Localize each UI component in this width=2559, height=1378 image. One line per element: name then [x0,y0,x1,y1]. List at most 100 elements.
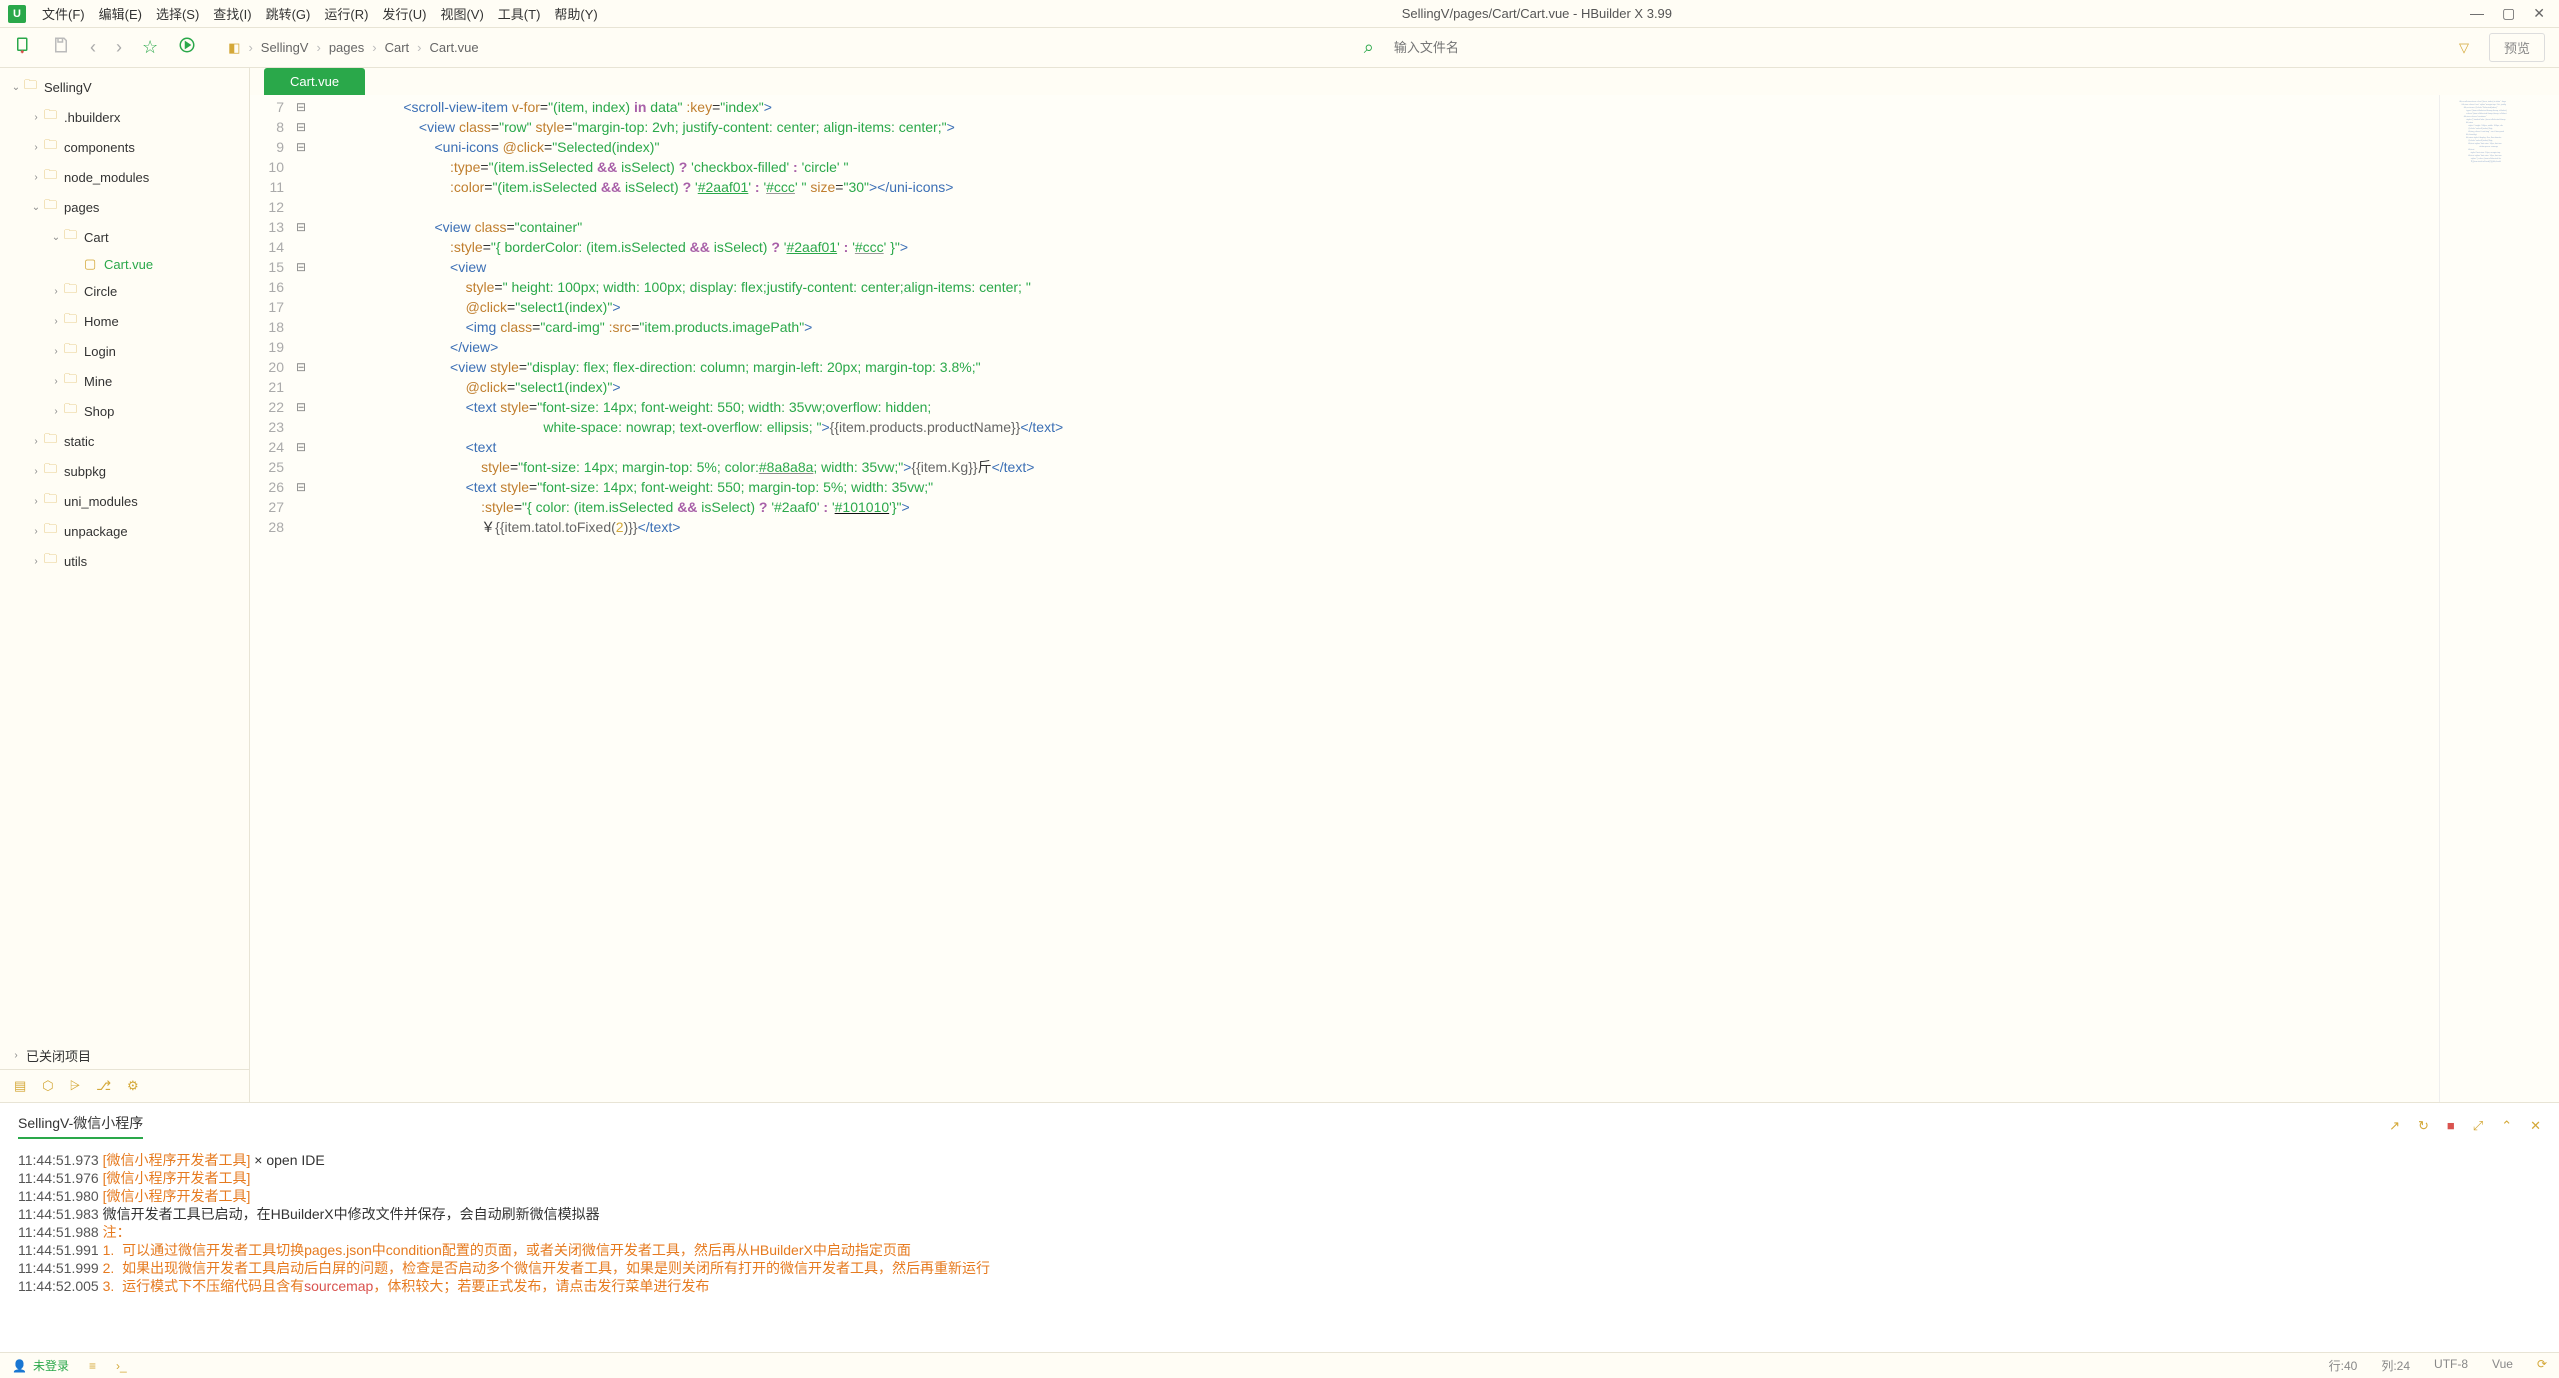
tree-item[interactable]: ›🗀static [0,426,249,456]
fold-toggle[interactable]: ⊟ [292,477,310,497]
sidebar-footer: ▤ ⬡ ⩥ ⎇ ⚙ [0,1069,249,1102]
refresh-icon[interactable]: ↻ [2418,1118,2429,1134]
menu-item[interactable]: 发行(U) [376,2,432,25]
console-tab[interactable]: SellingV-微信小程序 [18,1113,143,1139]
fold-toggle[interactable]: ⊟ [292,357,310,377]
menu-item[interactable]: 帮助(Y) [548,2,603,25]
minimize-icon[interactable]: — [2470,5,2484,22]
tree-item[interactable]: ›🗀.hbuilderx [0,102,249,132]
menu-item[interactable]: 运行(R) [318,2,374,25]
search-icon[interactable]: ⌕ [1364,37,1374,58]
menu-item[interactable]: 查找(I) [207,2,257,25]
folder-icon: 🗀 [64,400,82,422]
new-file-icon[interactable] [14,36,32,59]
filter-icon[interactable]: ▽ [2459,40,2469,56]
status-col[interactable]: 列:24 [2381,1357,2410,1374]
minimap[interactable]: &lt;scroll-view-item v-for="(item, index… [2439,95,2559,1102]
tree-item[interactable]: ›🗀uni_modules [0,486,249,516]
fold-toggle[interactable]: ⊟ [292,257,310,277]
folder-icon: 🗀 [64,226,82,248]
forward-icon[interactable]: › [116,37,122,58]
menu-item[interactable]: 视图(V) [434,2,489,25]
tab-cart-vue[interactable]: Cart.vue [264,68,365,95]
list-icon[interactable]: ≡ [89,1359,96,1373]
status-login[interactable]: 👤 未登录 [12,1357,69,1374]
breadcrumb-item[interactable]: Cart.vue [430,40,479,55]
star-icon[interactable]: ☆ [142,37,158,58]
tree-item[interactable]: ⌄🗀SellingV [0,72,249,102]
breadcrumb-item[interactable]: SellingV [261,40,309,55]
chevron-icon: › [28,526,44,537]
menu-item[interactable]: 文件(F) [36,2,91,25]
folder-icon: 🗀 [44,166,62,188]
fold-toggle[interactable]: ⊟ [292,97,310,117]
expand-icon[interactable]: ⤢ [2473,1118,2483,1134]
tree-label: Mine [84,374,112,389]
git-icon[interactable]: ⎇ [96,1078,111,1094]
tree-item[interactable]: ⌄🗀pages [0,192,249,222]
run-icon[interactable] [178,36,196,59]
tree-item[interactable]: ›🗀Login [0,336,249,366]
popout-icon[interactable]: ↗ [2389,1118,2400,1134]
tree-item[interactable]: ›🗀unpackage [0,516,249,546]
tree-item[interactable]: ›🗀components [0,132,249,162]
tree-item[interactable]: ▢Cart.vue [0,252,249,276]
chevron-icon: › [28,466,44,477]
close-console-icon[interactable]: ✕ [2530,1118,2541,1134]
menu-item[interactable]: 跳转(G) [260,2,317,25]
console-body[interactable]: 11:44:51.973 [微信小程序开发者工具] × open IDE11:4… [0,1145,2559,1352]
maximize-icon[interactable]: ▢ [2502,5,2515,22]
folder-icon: 🗀 [44,550,62,572]
sync-icon[interactable]: ⟳ [2537,1357,2547,1374]
tree-label: SellingV [44,80,92,95]
tree-label: uni_modules [64,494,138,509]
fold-toggle[interactable]: ⊟ [292,137,310,157]
menu-item[interactable]: 编辑(E) [93,2,148,25]
tree-item[interactable]: ›🗀utils [0,546,249,576]
outline-icon[interactable]: ⬡ [42,1078,53,1094]
debug-icon[interactable]: ⩥ [70,1078,80,1094]
tree-item[interactable]: ›🗀Mine [0,366,249,396]
status-encoding[interactable]: UTF-8 [2434,1357,2468,1374]
file-tree: ⌄🗀SellingV›🗀.hbuilderx›🗀components›🗀node… [0,68,249,1042]
code-editor[interactable]: <scroll-view-item v-for="(item, index) i… [310,95,2439,1102]
close-icon[interactable]: ✕ [2533,5,2545,22]
folder-icon: 🗀 [64,340,82,362]
fold-toggle[interactable]: ⊟ [292,117,310,137]
tree-item[interactable]: ›🗀node_modules [0,162,249,192]
tree-item[interactable]: ›🗀subpkg [0,456,249,486]
folder-icon: 🗀 [64,370,82,392]
chevron-icon: › [28,496,44,507]
menu-item[interactable]: 工具(T) [492,2,547,25]
closed-projects[interactable]: › 已关闭项目 [0,1042,249,1069]
chevron-icon: › [28,436,44,447]
explorer-icon[interactable]: ▤ [14,1078,26,1094]
stop-icon[interactable]: ■ [2447,1118,2455,1134]
tree-item[interactable]: ›🗀Circle [0,276,249,306]
back-icon[interactable]: ‹ [90,37,96,58]
search-input[interactable] [1394,40,1574,55]
tree-item[interactable]: ›🗀Home [0,306,249,336]
tree-item[interactable]: ⌄🗀Cart [0,222,249,252]
terminal-icon[interactable]: ›_ [116,1359,127,1373]
breadcrumb-item[interactable]: pages [329,40,364,55]
fold-toggle[interactable]: ⊟ [292,437,310,457]
fold-toggle[interactable]: ⊟ [292,217,310,237]
preview-button[interactable]: 预览 [2489,33,2545,62]
collapse-icon[interactable]: ⌃ [2501,1118,2512,1134]
menu-item[interactable]: 选择(S) [150,2,205,25]
sidebar: ⌄🗀SellingV›🗀.hbuilderx›🗀components›🗀node… [0,68,250,1102]
breadcrumb-item[interactable]: Cart [385,40,410,55]
fold-toggle [292,317,310,337]
fold-toggle[interactable]: ⊟ [292,397,310,417]
chevron-icon: › [48,286,64,297]
save-icon[interactable] [52,36,70,59]
menu-list: 文件(F)编辑(E)选择(S)查找(I)跳转(G)运行(R)发行(U)视图(V)… [36,2,604,25]
chevron-right-icon: › [316,40,320,55]
tree-item[interactable]: ›🗀Shop [0,396,249,426]
status-line[interactable]: 行:40 [2329,1357,2358,1374]
status-lang[interactable]: Vue [2492,1357,2513,1374]
extensions-icon[interactable]: ⚙ [127,1078,139,1094]
menubar: U 文件(F)编辑(E)选择(S)查找(I)跳转(G)运行(R)发行(U)视图(… [0,0,2559,28]
tree-label: .hbuilderx [64,110,120,125]
